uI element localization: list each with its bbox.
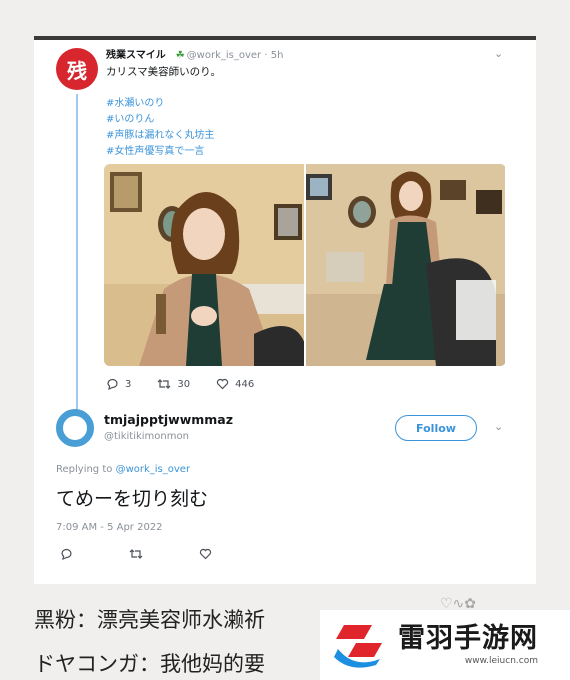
- chevron-down-icon[interactable]: ⌄: [494, 47, 503, 60]
- thread-line: [76, 94, 78, 420]
- watermark-text: 雷羽手游网 www.leiucn.com: [398, 623, 538, 667]
- tweet-header: 残業スマイル ☘ @work_is_over · 5h: [106, 46, 283, 61]
- retweet-icon: [157, 379, 171, 389]
- tweet-card: 残 残業スマイル ☘ @work_is_over · 5h ⌄ カリスマ美容師いのり…: [34, 36, 536, 584]
- like-count: 446: [235, 378, 255, 390]
- author-handle[interactable]: @work_is_over: [187, 50, 262, 61]
- heart-icon: [216, 378, 229, 390]
- caption-line-1: 黑粉：漂亮美容师水濑祈: [34, 608, 265, 632]
- tweet-text: てめーを切り刻む: [56, 488, 209, 510]
- reply-icon: [61, 548, 72, 560]
- tweet-photo[interactable]: [104, 164, 304, 366]
- watermark: 雷羽手游网 www.leiucn.com: [320, 610, 570, 680]
- photo-illustration: [306, 164, 505, 366]
- avatar[interactable]: 残: [56, 48, 98, 90]
- watermark-url: www.leiucn.com: [464, 656, 538, 666]
- site-logo-icon: [334, 625, 382, 668]
- tweet-time[interactable]: 5h: [271, 50, 284, 61]
- tweet-photo[interactable]: [306, 164, 506, 366]
- watermark-title: 雷羽手游网: [398, 623, 538, 654]
- author-name[interactable]: tmjajpptjwwmmaz: [104, 412, 233, 427]
- reply-action[interactable]: 3: [106, 378, 131, 390]
- clover-icon: ☘: [175, 50, 185, 61]
- replying-to: Replying to @work_is_over: [56, 464, 190, 475]
- author-name[interactable]: 残業スマイル: [106, 50, 166, 61]
- retweet-action[interactable]: 30: [157, 378, 190, 390]
- reply-count: 3: [125, 378, 132, 390]
- hashtag-link[interactable]: #いのりん: [106, 112, 214, 128]
- hashtag-list: #水瀬いのり #いのりん #声豚は漏れなく丸坊主 #女性声優写真で一言: [106, 96, 214, 160]
- hashtag-link[interactable]: #女性声優写真で一言: [106, 144, 214, 160]
- tweet-text: カリスマ美容師いのり。: [106, 66, 221, 78]
- tweet-actions: 3 30 446: [106, 378, 280, 390]
- tweet-timestamp[interactable]: 7:09 AM - 5 Apr 2022: [56, 522, 163, 533]
- avatar-char: 残: [67, 58, 87, 83]
- author-handle[interactable]: @tikitikimonmon: [104, 431, 189, 442]
- chevron-down-icon[interactable]: ⌄: [494, 420, 503, 433]
- reply-icon: [107, 378, 118, 390]
- card-top-border: [34, 36, 536, 40]
- tweet-actions: [60, 548, 244, 560]
- retweet-icon: [129, 549, 143, 559]
- retweet-count: 30: [177, 378, 191, 390]
- replying-prefix: Replying to: [56, 464, 113, 475]
- follow-button[interactable]: Follow: [395, 415, 477, 441]
- replying-handle-link[interactable]: @work_is_over: [116, 464, 191, 475]
- hashtag-link[interactable]: #水瀬いのり: [106, 96, 214, 112]
- heart-icon: [199, 548, 212, 560]
- retweet-action[interactable]: [129, 548, 149, 560]
- like-action[interactable]: 446: [216, 378, 254, 390]
- avatar[interactable]: [56, 409, 94, 447]
- tweet-media[interactable]: [104, 164, 506, 366]
- hashtag-link[interactable]: #声豚は漏れなく丸坊主: [106, 128, 214, 144]
- photo-illustration: [104, 164, 304, 366]
- like-action[interactable]: [199, 548, 218, 560]
- separator-dot: ·: [261, 50, 271, 61]
- caption-line-2: ドヤコンガ：我他妈的要: [34, 652, 265, 676]
- reply-action[interactable]: [60, 548, 79, 560]
